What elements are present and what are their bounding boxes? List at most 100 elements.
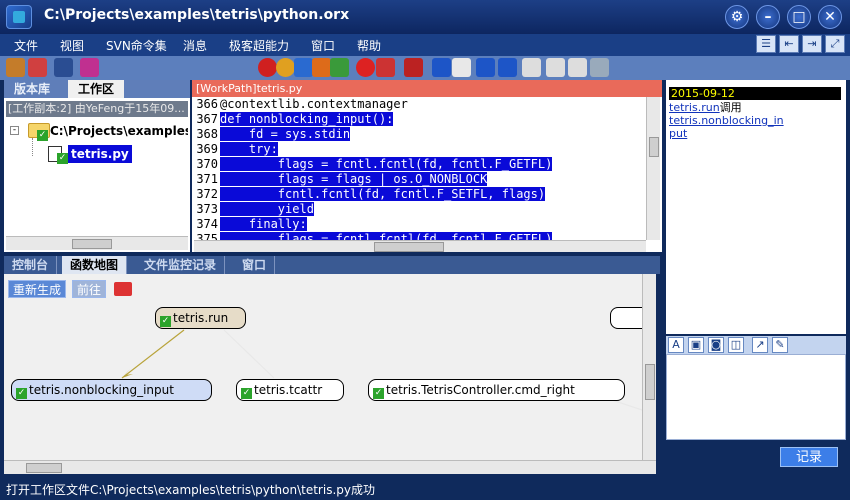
editor-h-scrollbar[interactable] bbox=[194, 240, 646, 252]
code-text: @contextlib.contextmanager bbox=[220, 97, 408, 111]
left-h-scrollbar[interactable] bbox=[6, 236, 188, 250]
sheet-icon[interactable] bbox=[330, 58, 349, 77]
ppt-icon[interactable] bbox=[312, 58, 331, 77]
tab-window[interactable]: 窗口 bbox=[234, 256, 276, 274]
open-folder-icon[interactable] bbox=[6, 58, 25, 77]
tree-file[interactable]: tetris.py bbox=[68, 145, 132, 163]
code-line[interactable]: flags = fcntl.fcntl(fd, fcntl.F_GETFL) bbox=[220, 157, 553, 171]
menu-message[interactable]: 消息 bbox=[183, 37, 207, 54]
code-line[interactable]: flags = flags | os.O_NONBLOCK bbox=[220, 172, 488, 186]
versioned-check-icon: ✓ bbox=[37, 130, 48, 141]
scroll-thumb[interactable] bbox=[374, 242, 444, 252]
code-line[interactable]: def nonblocking_input(): bbox=[220, 112, 394, 126]
tool-icon[interactable] bbox=[522, 58, 541, 77]
node-cmd-right[interactable]: ✓ tetris.TetrisController.cmd_right bbox=[368, 379, 625, 401]
menu-window[interactable]: 窗口 bbox=[311, 37, 335, 54]
record-button[interactable]: 记录 bbox=[780, 447, 838, 467]
graph-h-scrollbar[interactable] bbox=[4, 460, 656, 474]
log-caller-link[interactable]: tetris.run bbox=[669, 101, 720, 114]
screenshot-icon[interactable]: ◫ bbox=[728, 337, 744, 353]
attach-icon[interactable]: ✎ bbox=[772, 337, 788, 353]
maximize-button[interactable]: □ bbox=[787, 5, 811, 29]
check-icon: ✓ bbox=[373, 388, 384, 399]
node-nonblocking-label: tetris.nonblocking_input bbox=[29, 383, 174, 397]
bookmark-icon[interactable] bbox=[404, 58, 423, 77]
code-line[interactable]: flags = fcntl.fcntl(fd, fcntl.F_GETFL) bbox=[220, 232, 553, 240]
log-callee-link[interactable]: tetris.nonblocking_in bbox=[669, 114, 784, 127]
print-icon[interactable] bbox=[546, 58, 565, 77]
title-bar: C:\Projects\examples\tetris\python.orx ⚙… bbox=[0, 0, 850, 34]
code-text: def nonblocking_input(): bbox=[220, 112, 394, 126]
code-line[interactable]: finally: bbox=[220, 217, 307, 231]
line-number: 371 bbox=[196, 172, 218, 186]
double-down-icon[interactable] bbox=[498, 58, 517, 77]
node-nonblocking[interactable]: ✓ tetris.nonblocking_input bbox=[11, 379, 212, 401]
line-number: 374 bbox=[196, 217, 218, 231]
close-button[interactable]: ✕ bbox=[818, 5, 842, 29]
menu-geek[interactable]: 极客超能力 bbox=[229, 37, 289, 54]
code-view[interactable]: 366 @contextlib.contextmanager 367 def nonb… bbox=[194, 97, 646, 240]
log-input[interactable] bbox=[666, 354, 846, 440]
log-callee-link-cont[interactable]: put bbox=[669, 127, 687, 140]
node-cmd-right-label: tetris.TetrisController.cmd_right bbox=[386, 383, 575, 397]
search-repo-icon[interactable] bbox=[28, 58, 47, 77]
bottom-tabs: 控制台 函数地图 文件监控记录 窗口 bbox=[4, 256, 660, 274]
status-bar: 打开工作区文件C:\Projects\examples\tetris\pytho… bbox=[0, 480, 850, 500]
refresh-icon[interactable] bbox=[590, 58, 609, 77]
code-line[interactable]: fcntl.fcntl(fd, fcntl.F_SETFL, flags) bbox=[220, 187, 546, 201]
tab-repository[interactable]: 版本库 bbox=[4, 80, 60, 98]
tab-function-map[interactable]: 函数地图 bbox=[62, 256, 128, 274]
scroll-thumb[interactable] bbox=[645, 364, 655, 400]
save-icon[interactable] bbox=[54, 58, 73, 77]
node-tcattr[interactable]: ✓ tetris.tcattr bbox=[236, 379, 344, 401]
export-icon[interactable] bbox=[568, 58, 587, 77]
window-title: C:\Projects\examples\tetris\python.orx bbox=[44, 7, 350, 23]
marker-icon[interactable] bbox=[376, 58, 395, 77]
editor-v-scrollbar[interactable] bbox=[646, 97, 660, 240]
star-icon[interactable] bbox=[452, 58, 471, 77]
collapse-toggle[interactable]: - bbox=[10, 126, 19, 135]
menu-view[interactable]: 视图 bbox=[60, 37, 84, 54]
code-line[interactable]: try: bbox=[220, 142, 278, 156]
back-icon[interactable]: ⇤ bbox=[779, 35, 799, 53]
image-icon[interactable]: ▣ bbox=[688, 337, 704, 353]
word-icon[interactable] bbox=[258, 58, 277, 77]
scroll-thumb[interactable] bbox=[26, 463, 62, 473]
find-icon[interactable] bbox=[356, 58, 375, 77]
menu-svn[interactable]: SVN命令集 bbox=[106, 37, 167, 54]
code-line[interactable]: yield bbox=[220, 202, 314, 216]
link-icon[interactable]: ↗ bbox=[752, 337, 768, 353]
scroll-thumb[interactable] bbox=[72, 239, 112, 249]
code-text: try: bbox=[220, 142, 278, 156]
code-text: fcntl.fcntl(fd, fcntl.F_SETFL, flags) bbox=[220, 187, 546, 201]
function-map[interactable]: 重新生成 前往 ✓ tetris.run ✓ tetris.nonblocking_… bbox=[4, 274, 656, 462]
tab-console[interactable]: 控制台 bbox=[4, 256, 58, 274]
menu-help[interactable]: 帮助 bbox=[357, 37, 381, 54]
pdf-icon[interactable] bbox=[276, 58, 295, 77]
menu-file[interactable]: 文件 bbox=[14, 37, 38, 54]
scroll-thumb[interactable] bbox=[649, 137, 659, 157]
forward-icon[interactable]: ⇥ bbox=[802, 35, 822, 53]
tab-workspace[interactable]: 工作区 bbox=[68, 80, 125, 98]
check-icon: ✓ bbox=[16, 388, 27, 399]
font-icon[interactable]: A bbox=[668, 337, 684, 353]
down-icon[interactable] bbox=[476, 58, 495, 77]
code-text: flags = fcntl.fcntl(fd, fcntl.F_GETFL) bbox=[220, 157, 553, 171]
code-line[interactable]: @contextlib.contextmanager bbox=[220, 97, 408, 111]
doc-icon[interactable] bbox=[294, 58, 313, 77]
node-run[interactable]: ✓ tetris.run bbox=[155, 307, 246, 329]
filter-icon[interactable] bbox=[80, 58, 99, 77]
line-number: 367 bbox=[196, 112, 218, 126]
tab-file-monitor[interactable]: 文件监控记录 bbox=[136, 256, 226, 274]
minimize-button[interactable]: – bbox=[756, 5, 780, 29]
layout-icon[interactable]: ☰ bbox=[756, 35, 776, 53]
expand-icon[interactable]: ⤢ bbox=[825, 35, 845, 53]
menu-bar: 文件 视图 SVN命令集 消息 极客超能力 窗口 帮助 ☰ ⇤ ⇥ ⤢ bbox=[0, 34, 850, 56]
up-icon[interactable] bbox=[432, 58, 451, 77]
code-text: flags = flags | os.O_NONBLOCK bbox=[220, 172, 488, 186]
settings-icon[interactable]: ⚙ bbox=[725, 5, 749, 29]
tree-root[interactable]: C:\Projects\examples\tetr bbox=[50, 124, 188, 138]
code-line[interactable]: fd = sys.stdin bbox=[220, 127, 351, 141]
graph-v-scrollbar[interactable] bbox=[642, 274, 656, 460]
camera-icon[interactable]: ◙ bbox=[708, 337, 724, 353]
